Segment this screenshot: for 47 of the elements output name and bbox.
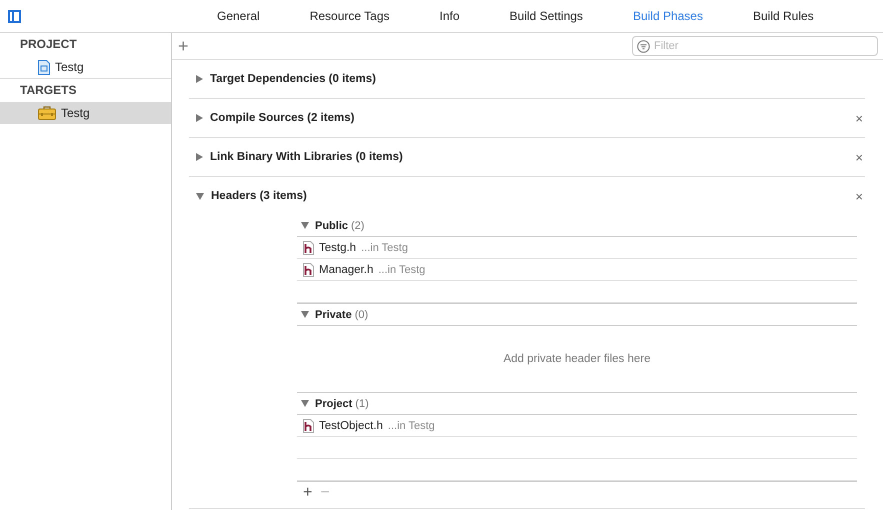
group-name: Private	[315, 308, 352, 320]
tab[interactable]: General	[192, 9, 285, 23]
file-name[interactable]: Testg.h	[319, 242, 356, 254]
sidebar-toggle-icon[interactable]	[8, 10, 21, 22]
tab[interactable]: Resource Tags	[284, 9, 415, 23]
filter-box[interactable]: Filter	[632, 36, 878, 56]
file-location: ...in Testg	[378, 264, 426, 276]
add-button[interactable]: +	[178, 36, 189, 56]
section-header: TARGETS	[19, 82, 78, 99]
file-location: ...in Testg	[388, 420, 435, 432]
disclosure-triangle[interactable]	[301, 400, 309, 407]
phase-title[interactable]: Link Binary With Libraries (0 items)	[210, 151, 846, 163]
section-header: PROJECT	[19, 36, 78, 53]
file-name[interactable]: TestObject.h	[319, 420, 383, 432]
phase-title[interactable]: Headers (3 items)	[211, 190, 846, 202]
header-file-icon	[303, 262, 314, 276]
document-icon	[38, 60, 50, 74]
filter-icon	[637, 40, 650, 52]
sidebar-item[interactable]: Testg	[0, 102, 171, 124]
tab[interactable]: Build Rules	[728, 9, 839, 23]
close-button[interactable]: ×	[853, 110, 865, 126]
phase-title[interactable]: Target Dependencies (0 items)	[210, 73, 865, 85]
tab[interactable]: Info	[414, 9, 485, 23]
group-count: (2)	[351, 220, 364, 232]
close-button[interactable]: ×	[853, 188, 865, 204]
disclosure-triangle[interactable]	[196, 75, 203, 83]
group-count: (0)	[354, 308, 368, 320]
header-file-icon	[303, 418, 314, 432]
group-name: Project	[315, 398, 352, 410]
disclosure-triangle[interactable]	[196, 114, 203, 122]
disclosure-triangle[interactable]	[301, 311, 309, 318]
file-name[interactable]: Manager.h	[319, 264, 374, 276]
disclosure-triangle[interactable]	[196, 192, 204, 200]
disclosure-triangle[interactable]	[301, 222, 309, 229]
tab[interactable]: Build Phases	[608, 9, 728, 23]
phase-title[interactable]: Compile Sources (2 items)	[210, 112, 846, 124]
disclosure-triangle[interactable]	[196, 153, 203, 161]
tab[interactable]: Build Settings	[484, 9, 608, 23]
sidebar-item[interactable]: Testg	[0, 56, 171, 78]
header-file-icon	[303, 240, 314, 254]
close-button[interactable]: ×	[853, 150, 865, 164]
group-count: (1)	[355, 398, 369, 410]
add-button[interactable]: +	[303, 484, 312, 502]
group-name: Public	[315, 220, 348, 232]
toolbox-icon	[38, 106, 56, 120]
empty-hint: Add private header files here	[503, 353, 651, 365]
file-location: ...in Testg	[361, 242, 408, 254]
